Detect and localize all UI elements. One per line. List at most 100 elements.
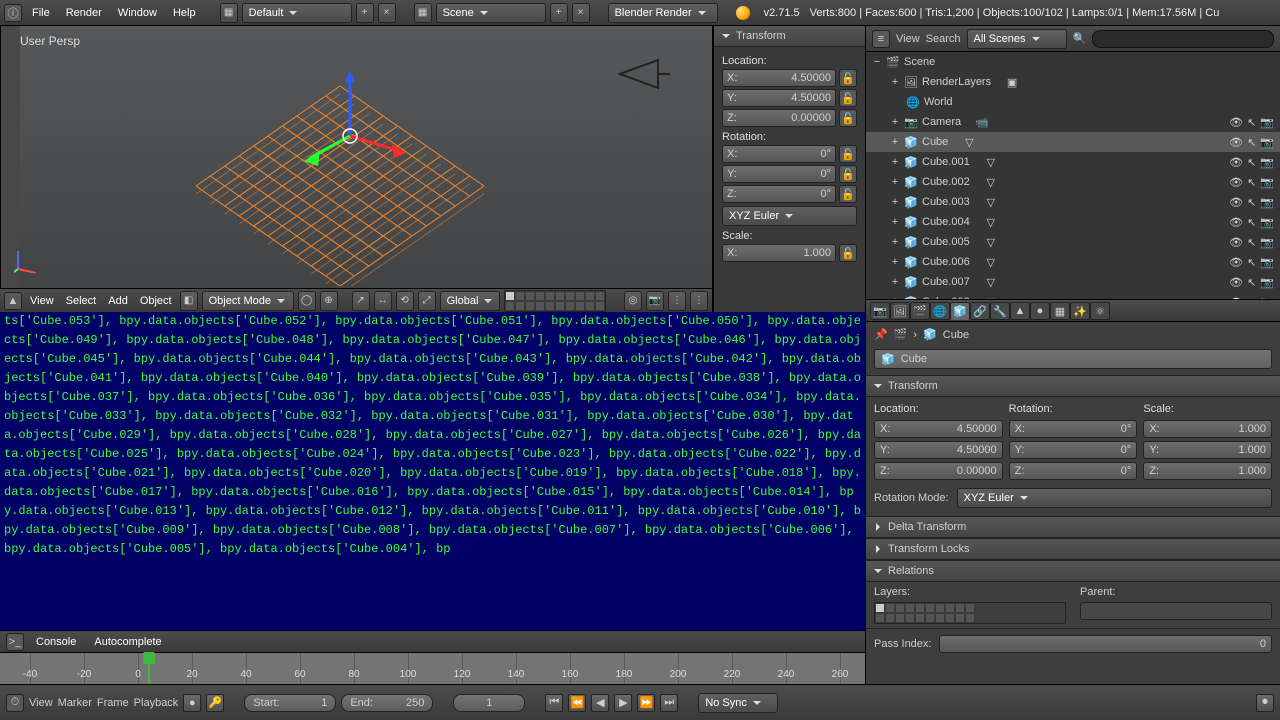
render-icon[interactable]: 📷: [1260, 216, 1274, 229]
manip-translate-icon[interactable]: ↔: [374, 291, 392, 311]
lock-icon[interactable]: 🔓: [839, 69, 857, 87]
loc-x-field[interactable]: X:4.50000: [722, 69, 836, 87]
timeline-menu-frame[interactable]: Frame: [97, 697, 129, 709]
props-scl-y[interactable]: Y:1.000: [1143, 441, 1272, 459]
render-engine-dropdown[interactable]: Blender Render: [608, 3, 718, 23]
layout-browse-icon[interactable]: ▦: [220, 3, 238, 23]
relations-header[interactable]: Relations: [866, 560, 1280, 582]
props-scl-x[interactable]: X:1.000: [1143, 420, 1272, 438]
timeline-menu-playback[interactable]: Playback: [134, 697, 179, 709]
eye-icon[interactable]: 👁: [1229, 136, 1243, 149]
menu-help[interactable]: Help: [167, 3, 202, 23]
menu-render[interactable]: Render: [60, 3, 108, 23]
orientation-dropdown[interactable]: Global: [440, 291, 500, 311]
rotation-mode-dropdown[interactable]: XYZ Euler: [722, 206, 857, 226]
auto-keyframe-icon[interactable]: ●: [183, 694, 201, 712]
jump-end-icon[interactable]: ⏭: [660, 694, 678, 712]
tab-object-icon[interactable]: 🧊: [950, 302, 970, 320]
outliner-search-input[interactable]: [1092, 30, 1274, 48]
outliner-item[interactable]: +🧊Cube▽👁↖📷: [866, 132, 1280, 152]
parent-field[interactable]: [1080, 602, 1272, 620]
render-icon[interactable]: 📷: [1260, 116, 1274, 129]
layout-add-button[interactable]: +: [356, 3, 374, 23]
props-loc-z[interactable]: Z:0.00000: [874, 462, 1003, 480]
current-frame-field[interactable]: 1: [453, 694, 525, 712]
3dview-menu-view[interactable]: View: [26, 295, 58, 307]
menu-file[interactable]: File: [26, 3, 56, 23]
loc-z-field[interactable]: Z:0.00000: [722, 109, 836, 127]
3dview-menu-object[interactable]: Object: [136, 295, 176, 307]
props-rotmode-dropdown[interactable]: XYZ Euler: [957, 488, 1272, 508]
editor-type-outliner-icon[interactable]: ≡: [872, 30, 890, 48]
render-icon[interactable]: 📷: [1260, 236, 1274, 249]
sync-dropdown[interactable]: No Sync: [698, 693, 778, 713]
screen-layout-dropdown[interactable]: Default: [242, 3, 352, 23]
manipulator-icon[interactable]: ↗: [352, 291, 370, 311]
lock-icon[interactable]: 🔓: [839, 165, 857, 183]
passindex-field[interactable]: 0: [939, 635, 1272, 653]
eye-icon[interactable]: 👁: [1229, 216, 1243, 229]
play-icon[interactable]: ▶: [614, 694, 632, 712]
eye-icon[interactable]: 👁: [1229, 256, 1243, 269]
console-menu-autocomplete[interactable]: Autocomplete: [88, 636, 167, 648]
console-menu-console[interactable]: Console: [30, 636, 82, 648]
render-icon[interactable]: 📷: [1260, 136, 1274, 149]
layout-del-button[interactable]: ×: [378, 3, 396, 23]
eye-icon[interactable]: 👁: [1229, 176, 1243, 189]
cursor-icon[interactable]: ↖: [1247, 156, 1256, 169]
outliner-menu-search[interactable]: Search: [926, 33, 961, 45]
props-rot-z[interactable]: Z:0°: [1009, 462, 1138, 480]
keyframe-prev-icon[interactable]: ⏪: [568, 694, 586, 712]
outliner-item[interactable]: +🧊Cube.006▽👁↖📷: [866, 252, 1280, 272]
lock-icon[interactable]: 🔓: [839, 145, 857, 163]
opts-icon-1[interactable]: ⋮: [668, 291, 686, 311]
render-preview-icon[interactable]: 📷: [646, 291, 664, 311]
3d-viewport[interactable]: User Persp: [0, 26, 713, 312]
play-reverse-icon[interactable]: ◀: [591, 694, 609, 712]
editor-type-icon[interactable]: ⓘ: [4, 4, 22, 22]
start-frame-field[interactable]: Start:1: [244, 694, 336, 712]
render-icon[interactable]: 📷: [1260, 176, 1274, 189]
rot-x-field[interactable]: X:0°: [722, 145, 836, 163]
outliner-item[interactable]: +🧊Cube.003▽👁↖📷: [866, 192, 1280, 212]
object-name-field[interactable]: 🧊Cube: [874, 349, 1272, 369]
snap-icon[interactable]: ◎: [624, 291, 642, 311]
tab-particles-icon[interactable]: ✨: [1070, 302, 1090, 320]
outliner-item[interactable]: +🧊Cube.005▽👁↖📷: [866, 232, 1280, 252]
outliner-world[interactable]: 🌐World: [866, 92, 1280, 112]
cursor-icon[interactable]: ↖: [1247, 116, 1256, 129]
outliner-item[interactable]: +🧊Cube.002▽👁↖📷: [866, 172, 1280, 192]
pin-icon[interactable]: 📌: [874, 328, 888, 341]
cursor-icon[interactable]: ↖: [1247, 196, 1256, 209]
editor-type-3dview-icon[interactable]: ▲: [4, 292, 22, 310]
lock-icon[interactable]: 🔓: [839, 244, 857, 262]
props-rot-y[interactable]: Y:0°: [1009, 441, 1138, 459]
render-icon[interactable]: 📷: [1260, 276, 1274, 289]
jump-start-icon[interactable]: ⏮: [545, 694, 563, 712]
props-rot-x[interactable]: X:0°: [1009, 420, 1138, 438]
cursor-icon[interactable]: ↖: [1247, 216, 1256, 229]
tab-material-icon[interactable]: ●: [1030, 302, 1050, 320]
render-icon[interactable]: 📷: [1260, 196, 1274, 209]
rot-z-field[interactable]: Z:0°: [722, 185, 836, 203]
outliner-item[interactable]: +🧊Cube.008▽👁↖📷: [866, 292, 1280, 300]
render-icon[interactable]: 📷: [1260, 156, 1274, 169]
eye-icon[interactable]: 👁: [1229, 196, 1243, 209]
outliner-camera[interactable]: +📷Camera📹👁↖📷: [866, 112, 1280, 132]
tab-render-icon[interactable]: 📷: [870, 302, 890, 320]
cursor-icon[interactable]: ↖: [1247, 176, 1256, 189]
outliner-item[interactable]: +🧊Cube.007▽👁↖📷: [866, 272, 1280, 292]
props-scl-z[interactable]: Z:1.000: [1143, 462, 1272, 480]
timeline[interactable]: -40-200204060801001201401601802002202402…: [0, 652, 865, 684]
eye-icon[interactable]: 👁: [1229, 276, 1243, 289]
3dview-menu-add[interactable]: Add: [104, 295, 132, 307]
loc-y-field[interactable]: Y:4.50000: [722, 89, 836, 107]
transform-gizmo[interactable]: [300, 66, 420, 186]
editor-type-timeline-icon[interactable]: ⏱: [6, 694, 24, 712]
end-frame-field[interactable]: End:250: [341, 694, 433, 712]
record-icon[interactable]: ⏺: [1256, 694, 1274, 712]
eye-icon[interactable]: 👁: [1229, 236, 1243, 249]
3dview-menu-select[interactable]: Select: [62, 295, 101, 307]
python-console[interactable]: ts['Cube.053'], bpy.data.objects['Cube.0…: [0, 312, 865, 630]
scene-add-button[interactable]: +: [550, 3, 568, 23]
